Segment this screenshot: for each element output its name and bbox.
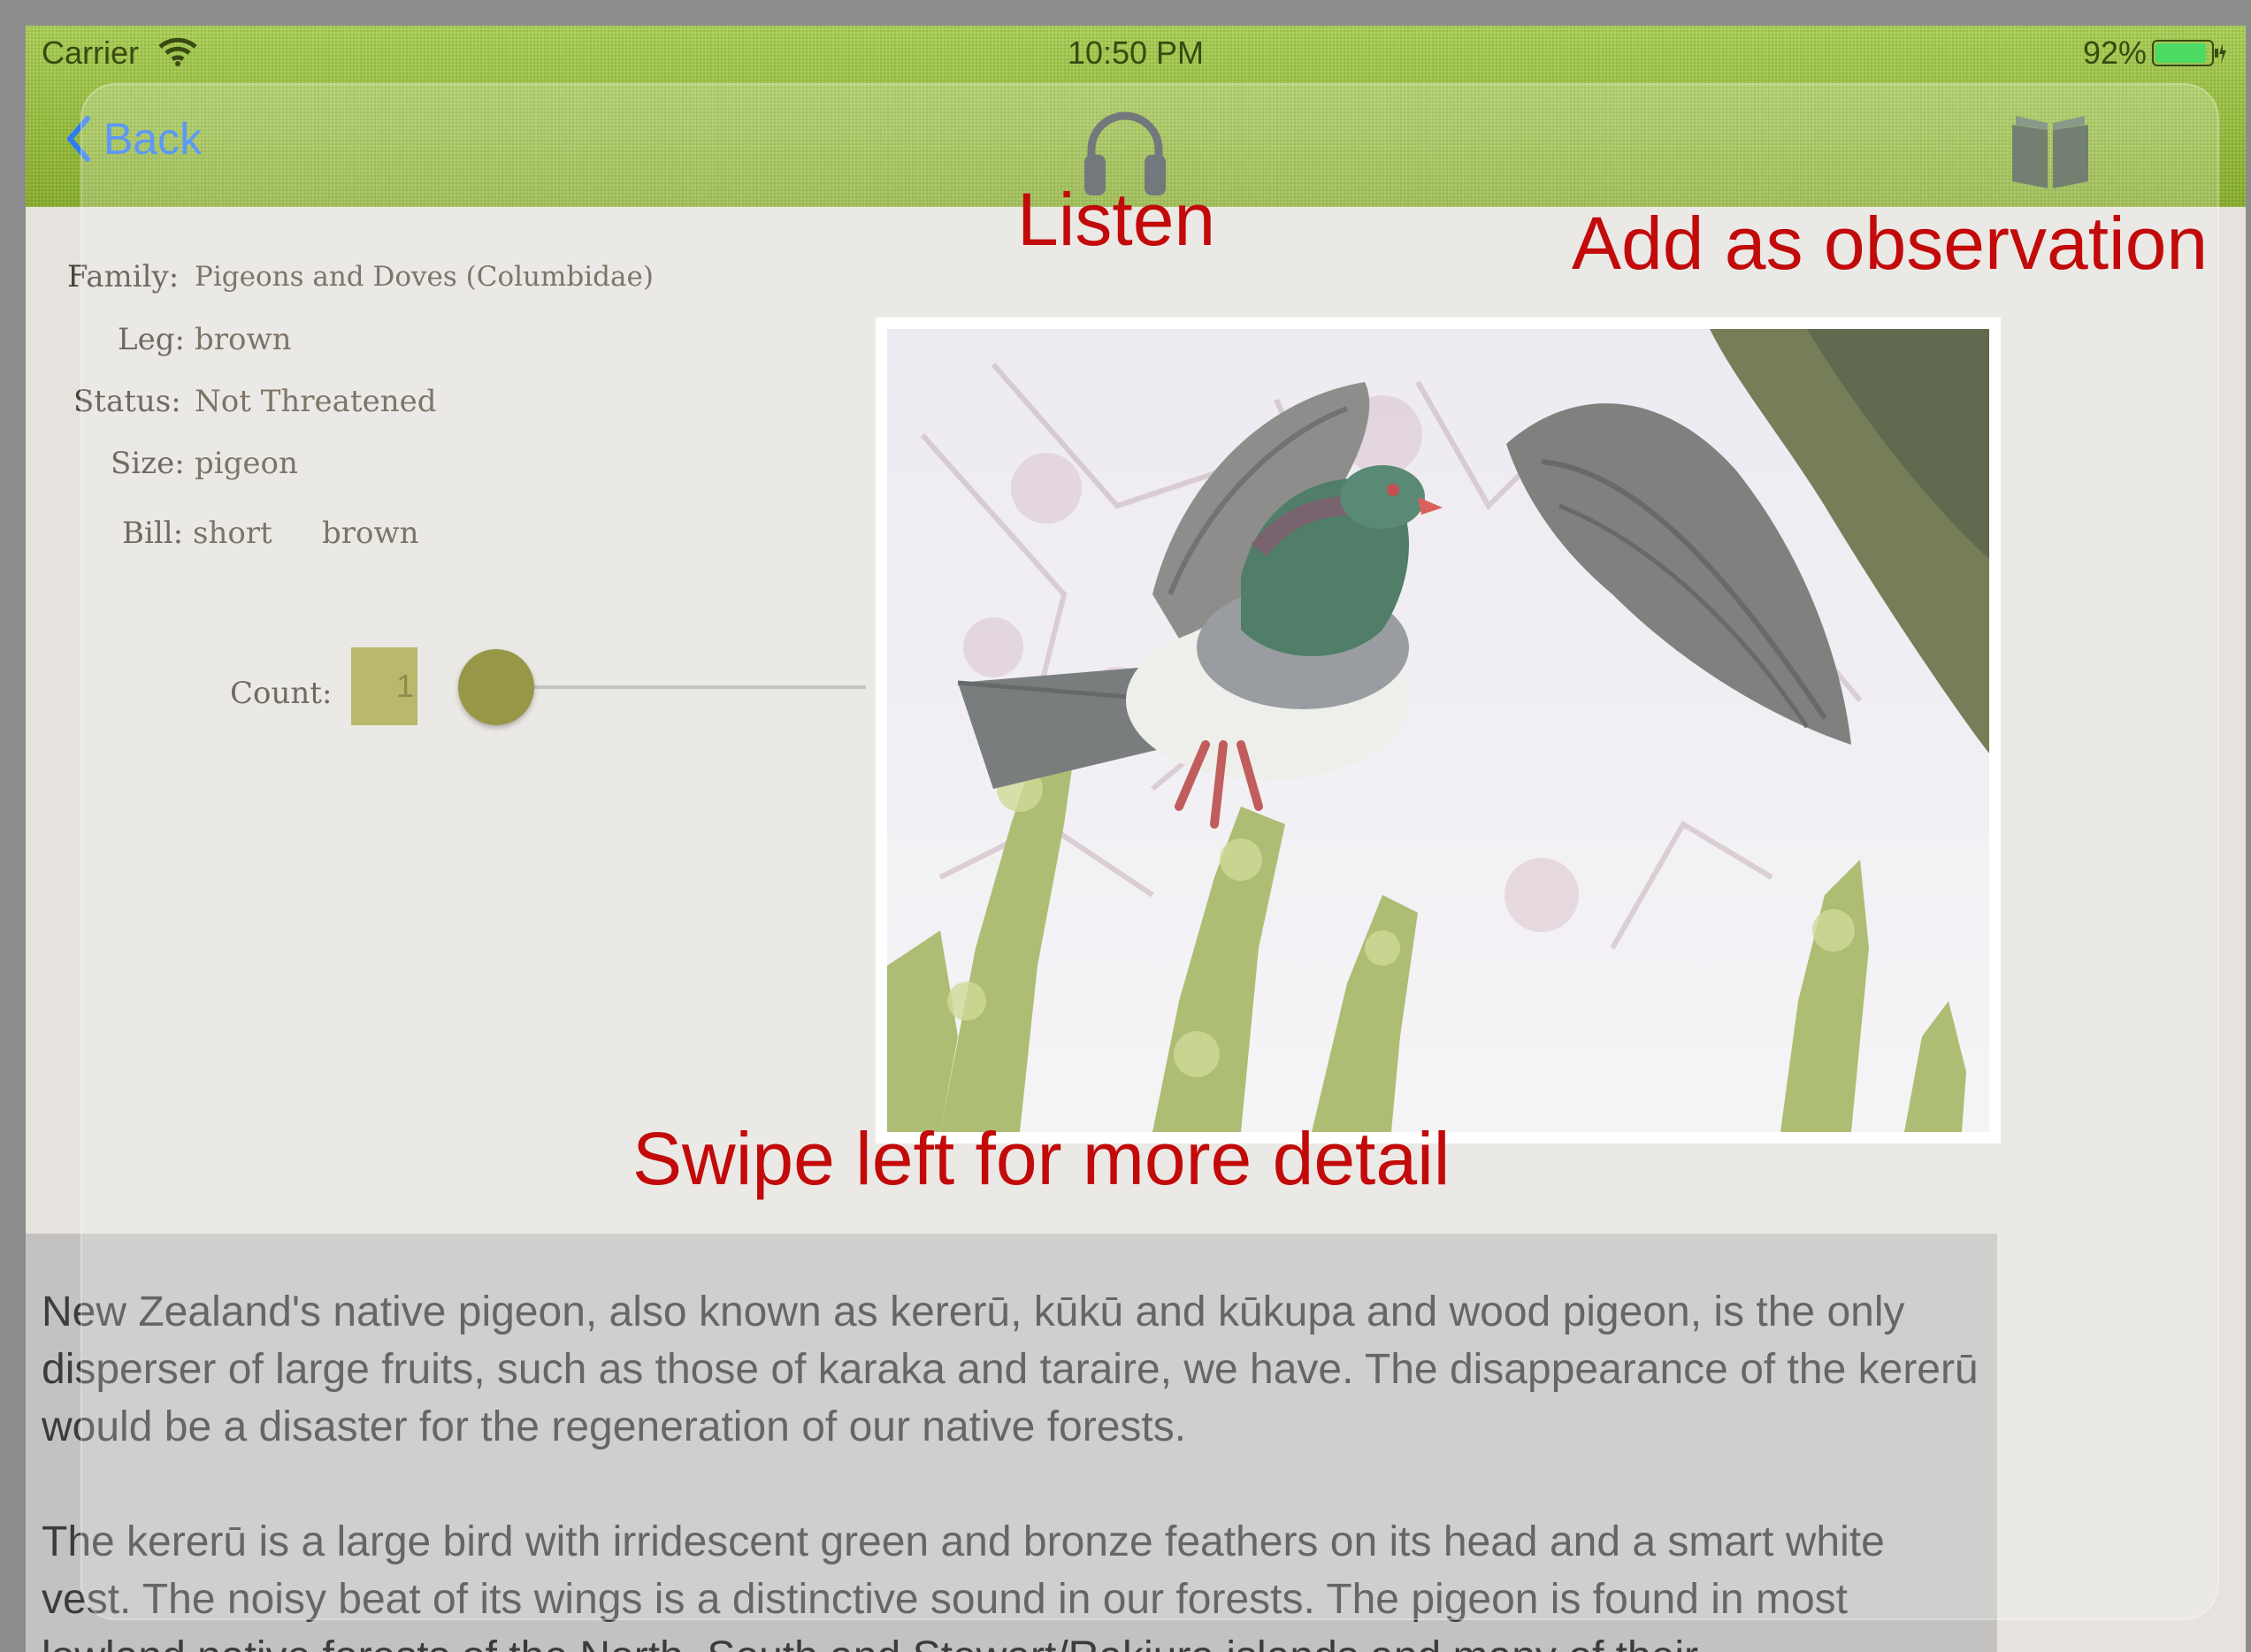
hint-swipe: Swipe left for more detail xyxy=(632,1117,1451,1200)
hint-listen: Listen xyxy=(1017,178,1216,261)
battery-percentage: 92% xyxy=(2082,34,2147,71)
wifi-icon xyxy=(158,37,197,66)
carrier-label: Carrier xyxy=(42,34,140,71)
tutorial-overlay[interactable] xyxy=(80,83,2219,1620)
hint-add-observation: Add as observation xyxy=(1572,202,2209,285)
battery-icon xyxy=(2152,40,2226,66)
status-clock: 10:50 PM xyxy=(1067,34,1205,71)
